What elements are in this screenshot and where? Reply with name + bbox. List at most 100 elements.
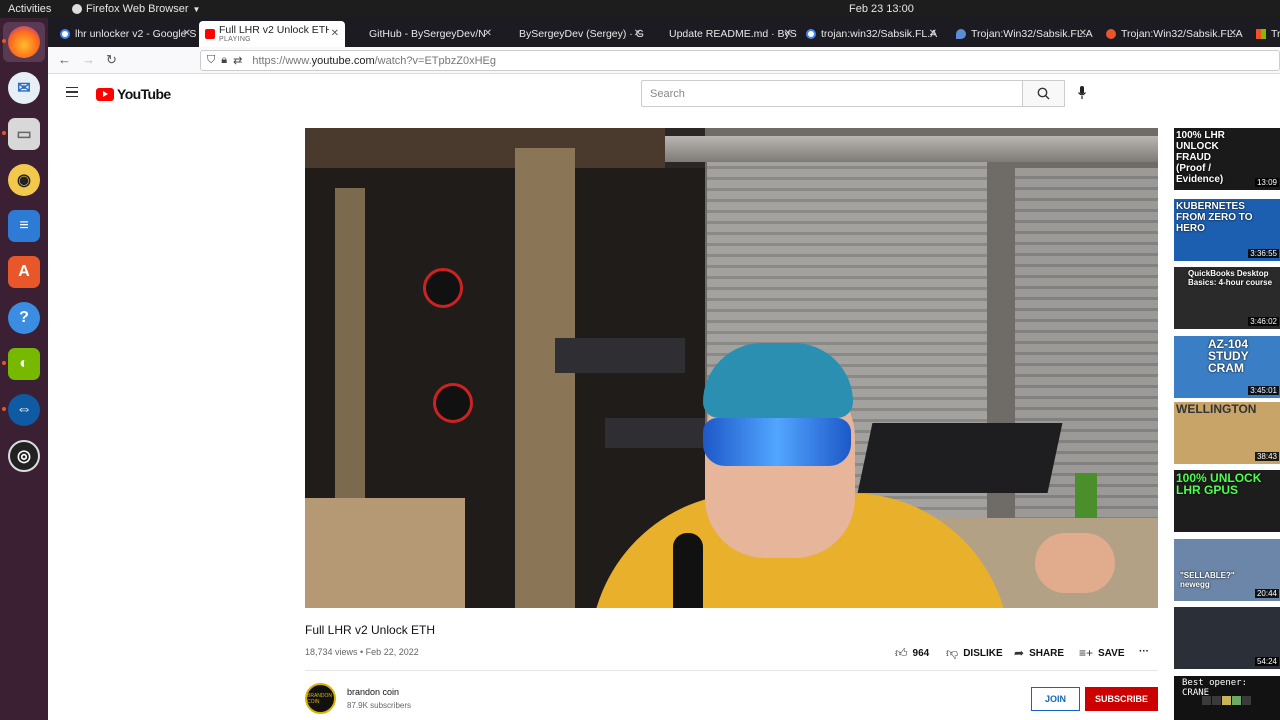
video-frame-desk (305, 498, 465, 608)
more-actions-button[interactable]: ··· (1139, 646, 1149, 657)
video-player[interactable] (305, 128, 1158, 608)
menu-icon[interactable] (66, 87, 78, 97)
location-pin-icon (956, 29, 966, 39)
share-button[interactable]: ➦ SHARE (1014, 646, 1064, 660)
microphone-icon[interactable] (1078, 86, 1086, 100)
dislike-button[interactable]: 👎︎ DISLIKE (946, 646, 1003, 661)
browser-tab-strip: lhr unlocker v2 - Google S ✕ Full LHR v2… (48, 18, 1280, 47)
browser-tab[interactable]: Update README.md · ByS ✕ (661, 21, 798, 47)
join-button[interactable]: JOIN (1031, 687, 1080, 711)
video-frame-can (1075, 473, 1097, 518)
recommended-video-thumbnail[interactable]: Best opener: CRANE (1174, 676, 1280, 720)
browser-tab[interactable]: Trojan:Win32/Sabsik.FL.A ✕ (948, 21, 1093, 47)
recommended-video-thumbnail[interactable]: 54:24 (1174, 607, 1280, 669)
obs-icon[interactable]: ◎ (8, 440, 40, 472)
recommended-video-thumbnail[interactable]: WELLINGTON 38:43 (1174, 402, 1280, 464)
recommended-video-thumbnail[interactable]: KUBERNETES FROM ZERO TO HERO 3:36:55 (1174, 199, 1280, 261)
browser-tab[interactable]: trojan:win32/Sabsik.FL.A ✕ (798, 21, 943, 47)
recommended-video-thumbnail[interactable]: 100% LHR UNLOCK FRAUD (Proof / Evidence)… (1174, 128, 1280, 190)
firefox-icon (72, 4, 82, 14)
thumbnail-text: Best opener: CRANE (1182, 678, 1248, 698)
save-button[interactable]: ≡+ SAVE (1079, 646, 1125, 660)
video-frame-microphone (673, 533, 703, 608)
more-icon: ··· (1139, 646, 1149, 657)
recommended-video-thumbnail[interactable]: "SELLABLE?" newegg 20:44 (1174, 539, 1280, 601)
activities-button[interactable]: Activities (8, 3, 51, 15)
url-bar[interactable]: ⛉ 🔒︎ ⇄ https://www.youtube.com/watch?v=E… (200, 50, 1280, 71)
search-button[interactable] (1023, 80, 1065, 107)
dislike-label: DISLIKE (963, 648, 1003, 659)
running-indicator (2, 407, 6, 411)
thumbnail-text: QuickBooks Desktop Basics: 4-hour course (1188, 269, 1273, 287)
wordle-cell (1212, 696, 1221, 705)
video-frame-duct (665, 136, 1158, 162)
firefox-icon[interactable] (8, 26, 40, 58)
reload-icon[interactable]: ↻ (106, 52, 117, 68)
close-icon[interactable]: ✕ (784, 28, 792, 39)
video-frame-monitor (857, 423, 1063, 493)
system-top-bar: Activities Firefox Web Browser ▼ Feb 23 … (0, 0, 1280, 18)
channel-name[interactable]: brandon coin (347, 687, 399, 697)
video-frame-motherboard (605, 418, 705, 448)
close-icon[interactable]: ✕ (1079, 28, 1087, 39)
forward-arrow-icon[interactable]: → (82, 52, 95, 67)
tab-title: Trojan:Win32/Sabsik.FL.A (1121, 28, 1243, 40)
wordle-cell (1232, 696, 1241, 705)
thumbnail-text: KUBERNETES FROM ZERO TO HERO (1176, 201, 1253, 234)
app-menu[interactable]: Firefox Web Browser ▼ (72, 3, 200, 15)
youtube-logo[interactable]: YouTube (96, 86, 171, 102)
browser-tab[interactable]: Tro (1248, 21, 1280, 47)
browser-tab-active[interactable]: Full LHR v2 Unlock ETH - Y PLAYING ✕ (199, 21, 345, 47)
nvidia-settings-icon[interactable]: ◐ (8, 348, 40, 380)
writer-icon[interactable]: ≡ (8, 210, 40, 242)
browser-tab[interactable]: lhr unlocker v2 - Google S ✕ (52, 21, 197, 47)
close-icon[interactable]: ✕ (183, 28, 191, 39)
wordle-cell (1222, 696, 1231, 705)
search-input[interactable]: Search (641, 80, 1023, 107)
video-duration: 3:45:01 (1248, 386, 1279, 395)
rhythmbox-icon[interactable]: ◉ (8, 164, 40, 196)
shield-icon[interactable]: ⛉ (207, 54, 215, 67)
browser-tab[interactable]: Trojan:Win32/Sabsik.FL.A ✕ (1098, 21, 1243, 47)
help-icon[interactable]: ? (8, 302, 40, 334)
like-button[interactable]: 👍︎ 964 (895, 646, 929, 661)
browser-tab[interactable]: GitHub - BySergeyDev/N ✕ (361, 21, 498, 47)
running-indicator (2, 361, 6, 365)
youtube-logo-text: YouTube (117, 86, 171, 102)
url-text: https://www.youtube.com/watch?v=ETpbzZ0x… (252, 54, 496, 67)
tab-playing-status: PLAYING (219, 36, 251, 43)
browser-tab[interactable]: BySergeyDev (Sergey) · G ✕ (511, 21, 648, 47)
subscribe-button[interactable]: SUBSCRIBE (1085, 687, 1158, 711)
close-icon[interactable]: ✕ (484, 28, 492, 39)
video-frame-fan (433, 383, 473, 423)
close-icon[interactable]: ✕ (331, 28, 339, 39)
recommended-video-thumbnail[interactable]: QuickBooks Desktop Basics: 4-hour course… (1174, 267, 1280, 329)
files-icon[interactable]: ▭ (8, 118, 40, 150)
wordle-cell (1202, 696, 1211, 705)
close-icon[interactable]: ✕ (929, 28, 937, 39)
recommended-video-thumbnail[interactable]: 100% UNLOCK LHR GPUS (1174, 470, 1280, 532)
close-icon[interactable]: ✕ (634, 28, 642, 39)
save-label: SAVE (1098, 647, 1125, 659)
tab-title: lhr unlocker v2 - Google S (75, 28, 197, 40)
tab-title: Trojan:Win32/Sabsik.FL.A (971, 28, 1093, 40)
permissions-icon[interactable]: ⇄ (233, 54, 242, 67)
clock[interactable]: Feb 23 13:00 (849, 3, 914, 15)
like-count: 964 (912, 648, 930, 659)
thunderbird-icon[interactable]: ✉ (8, 72, 40, 104)
recommended-video-thumbnail[interactable]: AZ-104 STUDY CRAM 3:45:01 (1174, 336, 1280, 398)
share-label: SHARE (1029, 647, 1065, 659)
video-frame-motherboard (555, 338, 685, 373)
navigation-bar: ← → ↻ ⛉ 🔒︎ ⇄ https://www.youtube.com/wat… (48, 47, 1280, 74)
back-arrow-icon[interactable]: ← (58, 52, 71, 67)
close-icon[interactable]: ✕ (1229, 28, 1237, 39)
youtube-icon (205, 29, 215, 39)
software-center-icon[interactable]: A (8, 256, 40, 288)
video-meta: 18,734 views • Feb 22, 2022 (305, 647, 419, 657)
lock-icon[interactable]: 🔒︎ (221, 54, 227, 67)
channel-avatar[interactable]: BRANDON COIN (305, 683, 336, 714)
tab-title: Full LHR v2 Unlock ETH - Y (219, 24, 329, 36)
dock: ✉ ▭ ◉ ≡ A ? ◐ ⇔ ◎ (0, 18, 48, 720)
teamviewer-icon[interactable]: ⇔ (8, 394, 40, 426)
tab-title: Tro (1271, 28, 1280, 40)
